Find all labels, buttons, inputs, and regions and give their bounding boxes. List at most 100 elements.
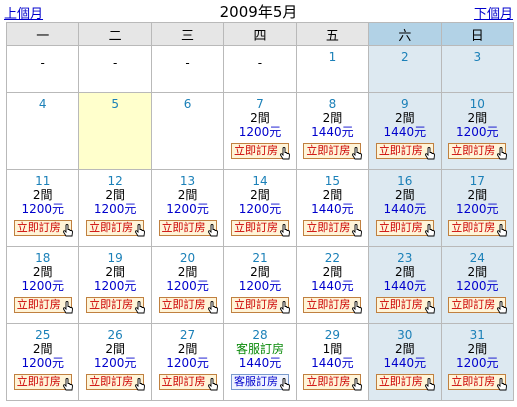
rooms-available: 2間 xyxy=(395,111,415,125)
day-number: 24 xyxy=(469,251,485,265)
room-price: 1200元 xyxy=(455,125,499,139)
day-number: 30 xyxy=(397,328,413,342)
calendar-week-row: - - - - 1 2 3 xyxy=(5,45,515,93)
weekday-header-row: 一二三四五六日 xyxy=(5,22,515,46)
weekday-header: 二 xyxy=(78,22,152,46)
next-month-link[interactable]: 下個月 xyxy=(474,3,513,22)
book-button-label: 立即訂房 xyxy=(451,221,496,234)
calendar-day: 26 2間 1200元 立即訂房 xyxy=(78,323,152,401)
calendar-day: 6 xyxy=(150,92,225,170)
rooms-available: 2間 xyxy=(467,265,488,279)
book-now-button[interactable]: 立即訂房 xyxy=(86,220,146,237)
book-now-button[interactable]: 立即訂房 xyxy=(448,143,508,160)
booking-calendar: 上個月 2009年5月 下個月 一二三四五六日 - - - -1 2 3 4 5 6 7 2間 120… xyxy=(0,0,517,407)
day-number: 26 xyxy=(107,328,123,342)
calendar-grid: 一二三四五六日 - - - -1 2 3 4 5 6 7 2間 1200元 立即訂房 8 2間 1440元 立即… xyxy=(5,22,515,401)
day-number: 20 xyxy=(179,251,196,265)
book-now-button[interactable]: 立即訂房 xyxy=(303,143,363,160)
rooms-available: 2間 xyxy=(250,111,270,125)
book-button-label: 立即訂房 xyxy=(16,375,61,388)
room-price: 1200元 xyxy=(93,202,137,216)
book-now-button[interactable]: 立即訂房 xyxy=(13,297,73,314)
weekday-header: 五 xyxy=(295,22,370,46)
book-button-label: 立即訂房 xyxy=(451,375,496,388)
room-price: 1200元 xyxy=(166,279,209,293)
weekday-header: 一 xyxy=(5,22,80,46)
book-button-label: 立即訂房 xyxy=(306,298,351,311)
calendar-day: 19 2間 1200元 立即訂房 xyxy=(78,246,152,324)
day-number: 5 xyxy=(111,97,119,111)
book-button-label: 立即訂房 xyxy=(306,375,351,388)
calendar-day: 12 2間 1200元 立即訂房 xyxy=(78,169,152,247)
book-now-button[interactable]: 立即訂房 xyxy=(303,220,363,237)
day-number: 19 xyxy=(107,251,123,265)
calendar-day: 22 2間 1440元 立即訂房 xyxy=(295,246,370,324)
book-now-button[interactable]: 立即訂房 xyxy=(158,374,218,391)
calendar-day: 25 2間 1200元 立即訂房 xyxy=(5,323,80,401)
hand-pointer-icon xyxy=(352,378,363,391)
rooms-available: 2間 xyxy=(32,342,53,356)
room-price: 1200元 xyxy=(238,125,282,139)
book-now-button[interactable]: 立即訂房 xyxy=(158,220,218,237)
book-now-button[interactable]: 立即訂房 xyxy=(448,374,508,391)
book-button-label: 立即訂房 xyxy=(233,221,278,234)
book-now-button[interactable]: 立即訂房 xyxy=(303,374,363,391)
book-now-button[interactable]: 立即訂房 xyxy=(230,297,290,314)
book-button-label: 立即訂房 xyxy=(233,144,278,157)
book-now-button[interactable]: 立即訂房 xyxy=(13,374,73,391)
book-button-label: 立即訂房 xyxy=(161,298,206,311)
day-number: 31 xyxy=(469,328,485,342)
book-now-button[interactable]: 立即訂房 xyxy=(448,220,508,237)
calendar-day: 16 2間 1440元 立即訂房 xyxy=(368,169,442,247)
rooms-available: 2間 xyxy=(177,188,198,202)
rooms-available: 2間 xyxy=(467,342,488,356)
rooms-available: 2間 xyxy=(322,188,343,202)
hand-pointer-icon xyxy=(424,378,435,391)
day-number: 6 xyxy=(183,97,192,111)
weekday-header: 六 xyxy=(368,22,442,46)
calendar-day: 1 xyxy=(295,45,370,93)
book-now-button[interactable]: 立即訂房 xyxy=(375,297,435,314)
calendar-day: - xyxy=(5,45,80,93)
day-number: 14 xyxy=(252,174,268,188)
room-price: 1200元 xyxy=(238,279,282,293)
rooms-available: 2間 xyxy=(467,188,488,202)
book-now-button[interactable]: 立即訂房 xyxy=(375,220,435,237)
day-number: 27 xyxy=(179,328,196,342)
book-now-button[interactable]: 立即訂房 xyxy=(375,143,435,160)
book-button-label: 立即訂房 xyxy=(378,221,423,234)
book-now-button[interactable]: 立即訂房 xyxy=(230,220,290,237)
hand-pointer-icon xyxy=(207,378,218,391)
hand-pointer-icon xyxy=(207,301,218,314)
calendar-day: 15 2間 1440元 立即訂房 xyxy=(295,169,370,247)
hand-pointer-icon xyxy=(280,301,290,314)
book-button-label: 客服訂房 xyxy=(233,375,278,388)
calendar-day-today: 5 xyxy=(78,92,152,170)
hand-pointer-icon xyxy=(497,378,508,391)
book-now-button[interactable]: 立即訂房 xyxy=(158,297,218,314)
book-now-button[interactable]: 立即訂房 xyxy=(86,374,146,391)
calendar-day: 20 2間 1200元 立即訂房 xyxy=(150,246,225,324)
calendar-day: 9 2間 1440元 立即訂房 xyxy=(368,92,442,170)
calendar-day: 11 2間 1200元 立即訂房 xyxy=(5,169,80,247)
hand-pointer-icon xyxy=(497,224,508,237)
day-number: 25 xyxy=(35,328,51,342)
room-price: 1440元 xyxy=(311,356,354,370)
book-now-button[interactable]: 立即訂房 xyxy=(230,143,290,160)
book-now-button[interactable]: 立即訂房 xyxy=(448,297,508,314)
day-number: 17 xyxy=(469,174,485,188)
book-now-button[interactable]: 立即訂房 xyxy=(86,297,146,314)
book-now-button[interactable]: 立即訂房 xyxy=(303,297,363,314)
calendar-day: 10 2間 1200元 立即訂房 xyxy=(440,92,515,170)
service-booking-button[interactable]: 客服訂房 xyxy=(230,374,290,391)
hand-pointer-icon xyxy=(497,147,508,160)
calendar-day: 28 客服訂房 1440元 客服訂房 xyxy=(223,323,297,401)
rooms-available: 2間 xyxy=(322,265,343,279)
calendar-day: 13 2間 1200元 立即訂房 xyxy=(150,169,225,247)
calendar-day: 21 2間 1200元 立即訂房 xyxy=(223,246,297,324)
book-now-button[interactable]: 立即訂房 xyxy=(375,374,435,391)
day-number: 4 xyxy=(38,97,47,111)
book-now-button[interactable]: 立即訂房 xyxy=(13,220,73,237)
room-price: 1200元 xyxy=(455,356,499,370)
empty-day-marker: - xyxy=(112,56,118,70)
